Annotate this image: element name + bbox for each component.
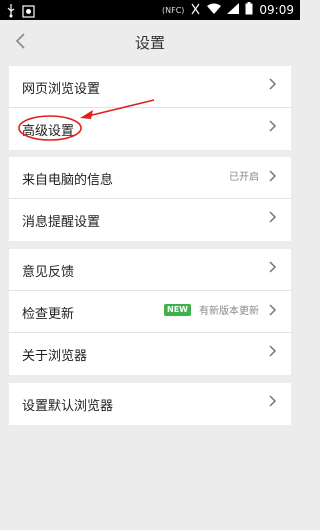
settings-group-about: 意见反馈 检查更新 NEW 有新版本更新 关于浏览器 — [9, 249, 291, 375]
item-label: 意见反馈 — [22, 265, 75, 280]
set-default-browser-item[interactable]: 设置默认浏览器 — [9, 383, 291, 425]
signal-icon — [227, 3, 240, 17]
settings-group-default: 设置默认浏览器 — [9, 383, 291, 425]
web-browsing-settings-item[interactable]: 网页浏览设置 — [9, 66, 291, 108]
battery-icon — [245, 2, 253, 18]
status-text: 已开启 — [229, 172, 259, 183]
chevron-right-icon — [269, 345, 277, 357]
item-label: 来自电脑的信息 — [22, 173, 114, 188]
chevron-right-icon — [269, 211, 277, 223]
chevron-right-icon — [269, 261, 277, 273]
settings-group-browse: 网页浏览设置 高级设置 — [9, 66, 291, 150]
chevron-right-icon — [269, 120, 277, 132]
status-text: 有新版本更新 — [199, 306, 259, 317]
item-label: 网页浏览设置 — [22, 82, 101, 97]
advanced-settings-item[interactable]: 高级设置 — [9, 108, 291, 150]
status-bar: (NFC) 09:09 — [0, 0, 300, 20]
new-badge: NEW — [164, 303, 191, 316]
item-label: 高级设置 — [22, 124, 75, 139]
pc-messages-item[interactable]: 来自电脑的信息 已开启 — [9, 157, 291, 199]
chevron-right-icon — [269, 169, 277, 182]
item-label: 设置默认浏览器 — [22, 399, 114, 414]
item-label: 关于浏览器 — [22, 349, 88, 364]
clock: 09:09 — [259, 3, 294, 17]
item-label: 消息提醒设置 — [22, 215, 101, 230]
item-label: 检查更新 — [22, 307, 75, 322]
settings-group-messages: 来自电脑的信息 已开启 消息提醒设置 — [9, 157, 291, 241]
header-bar: 设置 — [0, 20, 300, 64]
chevron-right-icon — [269, 395, 277, 407]
page-title: 设置 — [134, 34, 165, 52]
wifi-icon — [207, 3, 222, 17]
nfc-indicator: (NFC) — [161, 5, 185, 15]
about-browser-item[interactable]: 关于浏览器 — [9, 333, 291, 375]
chevron-right-icon — [269, 303, 277, 316]
feedback-item[interactable]: 意见反馈 — [9, 249, 291, 291]
notification-settings-item[interactable]: 消息提醒设置 — [9, 199, 291, 241]
check-update-item[interactable]: 检查更新 NEW 有新版本更新 — [9, 291, 291, 333]
vibrate-icon — [190, 3, 201, 18]
chevron-right-icon — [269, 78, 277, 90]
